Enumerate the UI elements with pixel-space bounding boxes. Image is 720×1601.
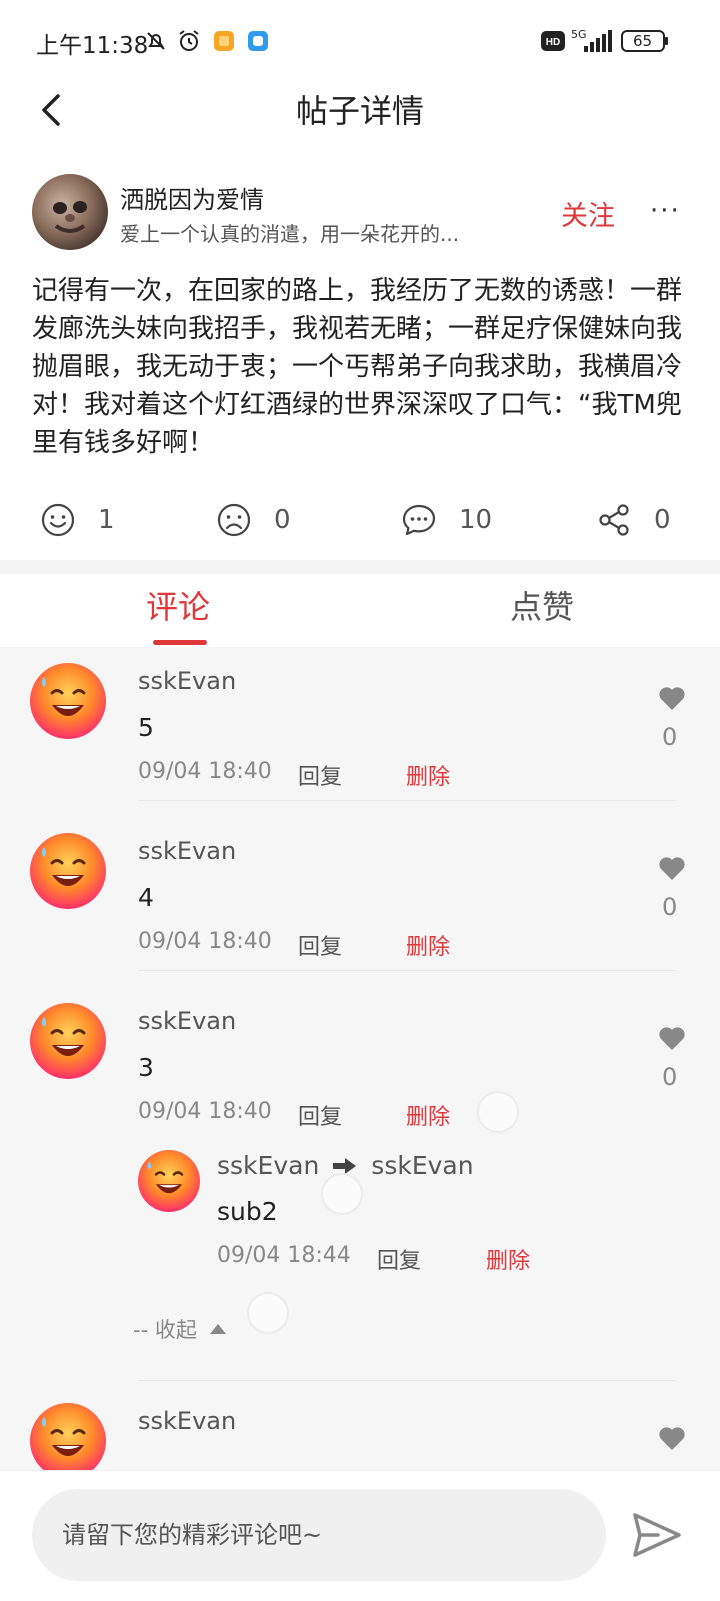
author-signature: 爱上一个认真的消遣，用一朵花开的... [120, 222, 460, 246]
like-count: 0 [662, 893, 678, 921]
sub-reply-text: sub2 [217, 1197, 278, 1226]
comment-text: 5 [138, 713, 154, 742]
comment-button[interactable]: 10 [401, 496, 492, 544]
svg-text:HD: HD [546, 37, 560, 48]
sub-delete-button[interactable]: 删除 [486, 1243, 530, 1275]
page-title: 帖子详情 [295, 92, 424, 130]
app-notification-icon [246, 28, 270, 54]
delete-button[interactable]: 删除 [406, 1099, 450, 1131]
author-name[interactable]: 洒脱因为爱情 [120, 180, 264, 215]
alarm-icon [176, 28, 202, 54]
comment-divider [138, 970, 676, 971]
comment-divider [138, 1380, 676, 1381]
delete-button[interactable]: 删除 [406, 759, 450, 791]
sad-reaction-button[interactable]: 0 [216, 496, 291, 544]
emoji-avatar-icon[interactable] [30, 1003, 106, 1079]
triangle-up-icon [209, 1324, 226, 1334]
author-avatar[interactable] [32, 174, 108, 250]
comment-username[interactable]: sskEvan [138, 667, 236, 695]
share-button[interactable]: 0 [596, 496, 671, 544]
happy-reaction-button[interactable]: 1 [40, 496, 115, 544]
comment-bubble-icon [402, 504, 436, 536]
touch-indicator [477, 1091, 519, 1133]
sub-reply-time: 09/04 18:44 [217, 1243, 351, 1268]
sub-reply-from[interactable]: sskEvan [217, 1151, 319, 1180]
send-icon [633, 1513, 681, 1557]
sub-reply-to[interactable]: sskEvan [371, 1151, 473, 1180]
sub-reply-button[interactable]: 回复 [377, 1243, 421, 1275]
smile-icon [41, 503, 75, 537]
comment-text: 3 [138, 1053, 154, 1082]
happy-count: 1 [98, 505, 115, 535]
comment-time: 09/04 18:40 [138, 1099, 272, 1124]
share-count: 0 [654, 505, 671, 535]
hd-icon: HD [541, 28, 565, 54]
arrow-right-icon [333, 1157, 357, 1174]
like-count: 0 [662, 1063, 678, 1091]
comment-item: sskEvan 5 09/04 18:40 回复 删除 0 [0, 647, 720, 801]
like-count: 0 [662, 723, 678, 751]
collapse-button[interactable]: -- 收起 [133, 1314, 227, 1344]
comment-list[interactable]: sskEvan 5 09/04 18:40 回复 删除 0 sskEvan 4 … [0, 647, 720, 1470]
status-time: 上午11:38 [36, 33, 149, 59]
more-button[interactable]: ··· [650, 196, 681, 226]
sad-count: 0 [274, 505, 291, 535]
app-notification-icon [212, 28, 236, 54]
tab-likes[interactable]: 点赞 [510, 582, 574, 628]
touch-indicator [321, 1173, 363, 1215]
battery-level: 65 [633, 32, 653, 50]
emoji-avatar-icon[interactable] [138, 1150, 200, 1212]
reply-button[interactable]: 回复 [298, 1099, 342, 1131]
reply-button[interactable]: 回复 [298, 759, 342, 791]
comment-username[interactable]: sskEvan [138, 1007, 236, 1035]
comment-input[interactable] [32, 1489, 606, 1581]
emoji-avatar-icon[interactable] [30, 833, 106, 909]
collapse-label: -- 收起 [133, 1318, 197, 1342]
comment-item: sskEvan [0, 1387, 720, 1470]
heart-icon[interactable] [658, 685, 686, 711]
comment-count: 10 [459, 505, 493, 535]
touch-indicator [247, 1292, 289, 1334]
comment-item: sskEvan 4 09/04 18:40 回复 删除 0 [0, 817, 720, 971]
heart-icon[interactable] [658, 1025, 686, 1051]
comment-item: sskEvan 3 09/04 18:40 回复 删除 0 sskEvan ss… [0, 987, 720, 1381]
comment-username[interactable]: sskEvan [138, 837, 236, 865]
signal-icon [570, 28, 614, 54]
post-content: 记得有一次，在回家的路上，我经历了无数的诱惑！一群发廊洗头妹向我招手，我视若无睹… [32, 276, 683, 458]
send-button[interactable] [632, 1511, 682, 1559]
share-icon [599, 504, 629, 536]
emoji-avatar-icon[interactable] [30, 1403, 106, 1470]
delete-button[interactable]: 删除 [406, 929, 450, 961]
tab-comments[interactable]: 评论 [146, 582, 210, 628]
comment-time: 09/04 18:40 [138, 759, 272, 784]
heart-icon[interactable] [658, 1425, 686, 1451]
comment-time: 09/04 18:40 [138, 929, 272, 954]
follow-button[interactable]: 关注 [561, 194, 615, 233]
comment-username[interactable]: sskEvan [138, 1407, 236, 1435]
status-bar: 上午11:38 HD 5G 65 [0, 0, 720, 84]
emoji-avatar-icon[interactable] [30, 663, 106, 739]
sad-face-icon [217, 503, 251, 537]
comment-composer [0, 1470, 720, 1601]
reply-button[interactable]: 回复 [298, 929, 342, 961]
comment-divider [138, 800, 676, 801]
heart-icon[interactable] [658, 855, 686, 881]
comment-text: 4 [138, 883, 154, 912]
section-divider [0, 560, 720, 574]
mute-bell-icon [144, 28, 168, 54]
tab-indicator [153, 640, 207, 645]
